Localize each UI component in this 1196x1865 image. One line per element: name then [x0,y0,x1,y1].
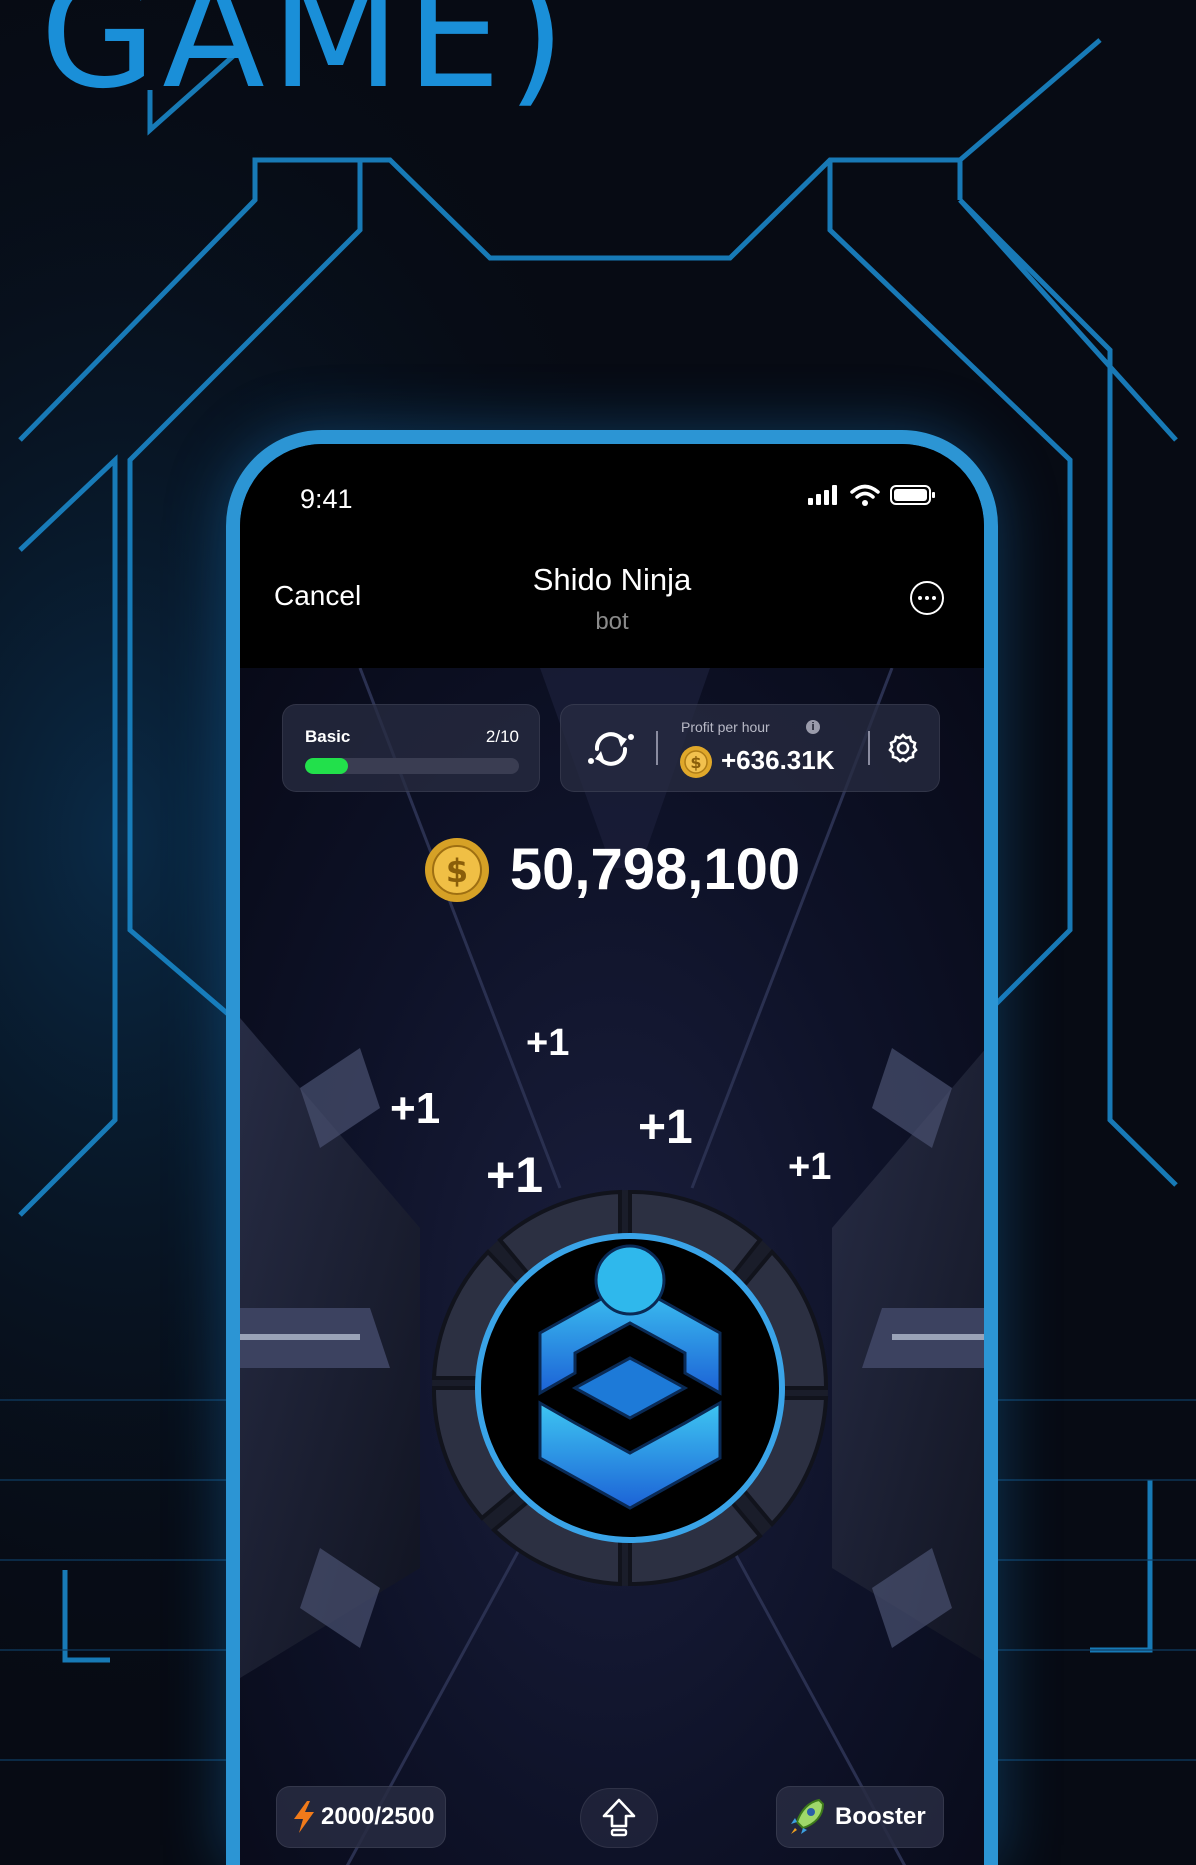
bot-subtitle: bot [595,608,629,635]
battery-icon [890,485,935,505]
profit-coin-symbol: $ [690,753,701,772]
tap-plus-one: +1 [526,1022,570,1064]
level-name: Basic [305,727,351,746]
profit-card[interactable]: Profit per hour i $ +636.31K [560,704,940,792]
status-time: 9:41 [300,484,353,514]
level-card[interactable]: Basic 2/10 [282,704,540,792]
bot-title: Shido Ninja [532,562,692,597]
game-area: Basic 2/10 Profit per hour i $ +636.31K … [240,668,984,1865]
balance-coin-symbol: $ [446,852,468,890]
balance-display: $ 50,798,100 [240,836,984,903]
energy-value: 2000/2500 [321,1803,435,1830]
gear-icon[interactable] [887,732,919,764]
headline: GAME) [40,0,572,122]
rocket-icon [791,1798,825,1834]
lightning-icon [294,1801,314,1833]
tap-plus-one: +1 [788,1146,832,1188]
sync-icon[interactable] [587,727,635,771]
booster-button[interactable]: Booster [776,1786,944,1848]
info-icon[interactable]: i [806,720,820,734]
profit-label: Profit per hour [681,719,770,735]
profit-divider-left [656,731,658,765]
tap-plus-one: +1 [390,1084,441,1133]
ellipsis-icon[interactable] [910,581,944,615]
booster-label: Booster [835,1803,926,1830]
level-count: 2/10 [485,727,519,746]
level-progress-bar [305,758,519,774]
energy-indicator: 2000/2500 [276,1786,446,1848]
tap-plus-one: +1 [638,1101,693,1154]
phone-frame: 9:41 Cancel Shido Ninja bot Basic 2/10 P… [226,430,998,1865]
telegram-header: 9:41 Cancel Shido Ninja bot [240,444,984,668]
home-arrow-button[interactable] [580,1788,658,1848]
coin-icon: $ [424,837,489,902]
home-arrow-icon [602,1798,636,1837]
profit-divider-right [868,731,870,765]
wifi-icon [850,484,880,506]
coin-icon: $ [680,746,712,778]
tap-coin-button[interactable] [430,1188,830,1588]
status-icons [808,484,936,506]
profit-value: +636.31K [721,745,835,775]
level-progress-fill [305,758,348,774]
balance-value: 50,798,100 [509,837,801,902]
signal-icon [808,485,837,505]
